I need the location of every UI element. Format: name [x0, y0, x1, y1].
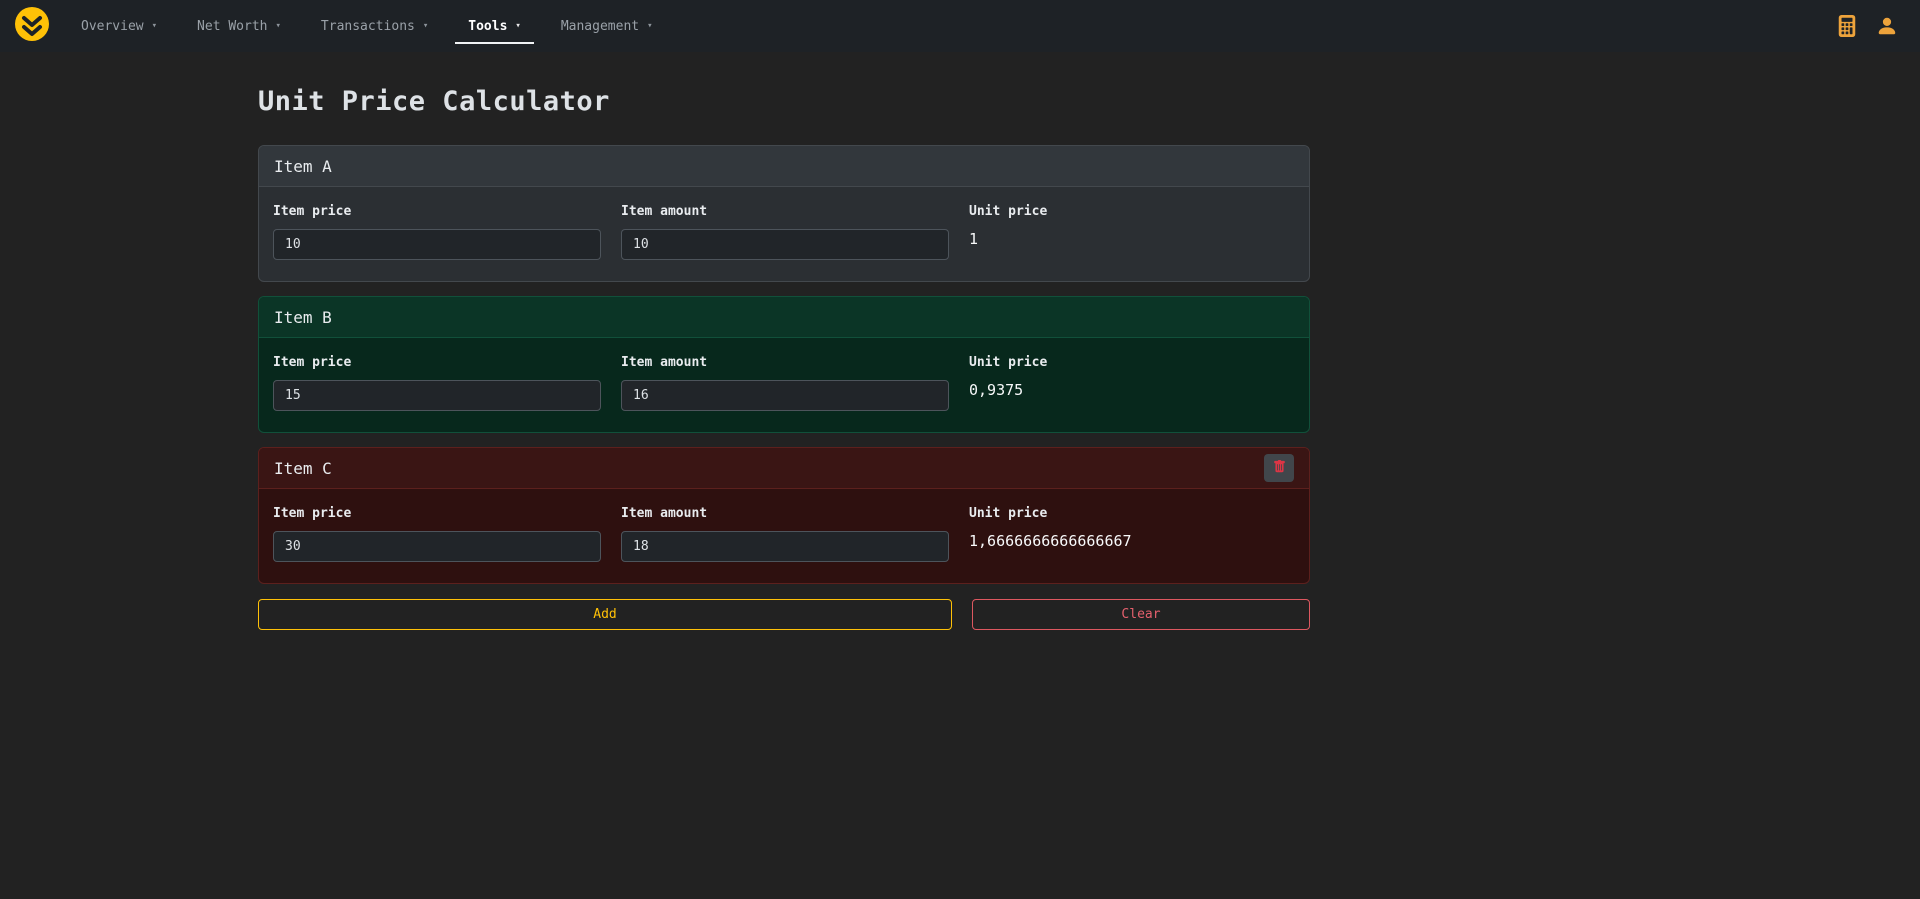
nav-item-net-worth[interactable]: Net Worth ▾	[184, 9, 294, 44]
card-title: Item A	[274, 157, 332, 176]
chevron-down-icon: ▾	[647, 22, 652, 31]
calculator-icon[interactable]	[1836, 15, 1858, 37]
chevron-down-icon: ▾	[152, 22, 157, 31]
unit-price-field: Unit price 1,6666666666666667	[969, 506, 1295, 562]
item-amount-input[interactable]	[621, 229, 949, 260]
nav-item-transactions[interactable]: Transactions ▾	[308, 9, 441, 44]
top-navbar: Overview ▾ Net Worth ▾ Transactions ▾ To…	[0, 0, 1920, 52]
nav-item-label: Overview	[81, 19, 144, 34]
card-header: Item C	[259, 448, 1309, 489]
item-amount-field: Item amount	[621, 506, 969, 562]
item-price-label: Item price	[273, 204, 621, 219]
card-header: Item B	[259, 297, 1309, 338]
navbar-right	[1836, 15, 1906, 37]
card-title: Item C	[274, 459, 332, 478]
item-amount-field: Item amount	[621, 204, 969, 260]
brand-chevrons-icon	[14, 6, 50, 46]
card-body: Item price Item amount Unit price 1,6666…	[259, 489, 1309, 583]
item-card-c: Item C Item price Item amount Unit price	[258, 447, 1310, 584]
card-body: Item price Item amount Unit price 0,9375	[259, 338, 1309, 432]
nav-item-label: Management	[561, 19, 639, 34]
nav-item-overview[interactable]: Overview ▾	[68, 9, 170, 44]
unit-price-label: Unit price	[969, 204, 1295, 219]
item-price-label: Item price	[273, 506, 621, 521]
unit-price-value: 0,9375	[969, 381, 1295, 399]
nav-item-tools[interactable]: Tools ▾	[455, 9, 534, 44]
clear-button[interactable]: Clear	[972, 599, 1310, 630]
brand-logo[interactable]	[14, 6, 50, 46]
page-title: Unit Price Calculator	[258, 86, 1310, 117]
item-card-a: Item A Item price Item amount Unit price…	[258, 145, 1310, 282]
item-amount-label: Item amount	[621, 204, 969, 219]
card-title: Item B	[274, 308, 332, 327]
item-amount-label: Item amount	[621, 355, 969, 370]
main-content: Unit Price Calculator Item A Item price …	[258, 52, 1310, 630]
item-amount-field: Item amount	[621, 355, 969, 411]
item-amount-input[interactable]	[621, 380, 949, 411]
add-button[interactable]: Add	[258, 599, 952, 630]
card-body: Item price Item amount Unit price 1	[259, 187, 1309, 281]
chevron-down-icon: ▾	[515, 22, 520, 31]
trash-icon	[1273, 460, 1286, 476]
item-price-input[interactable]	[273, 380, 601, 411]
item-amount-label: Item amount	[621, 506, 969, 521]
unit-price-field: Unit price 1	[969, 204, 1295, 260]
unit-price-field: Unit price 0,9375	[969, 355, 1295, 411]
item-card-b: Item B Item price Item amount Unit price…	[258, 296, 1310, 433]
unit-price-label: Unit price	[969, 506, 1295, 521]
item-price-field: Item price	[273, 355, 621, 411]
item-price-field: Item price	[273, 506, 621, 562]
chevron-down-icon: ▾	[423, 22, 428, 31]
user-icon[interactable]	[1876, 15, 1898, 37]
item-price-field: Item price	[273, 204, 621, 260]
nav-item-label: Transactions	[321, 19, 415, 34]
actions-row: Add Clear	[258, 599, 1310, 630]
nav-item-label: Net Worth	[197, 19, 267, 34]
item-price-label: Item price	[273, 355, 621, 370]
nav-item-label: Tools	[468, 19, 507, 34]
delete-item-button[interactable]	[1264, 454, 1294, 482]
nav-links: Overview ▾ Net Worth ▾ Transactions ▾ To…	[68, 0, 680, 52]
nav-item-management[interactable]: Management ▾	[548, 9, 666, 44]
item-price-input[interactable]	[273, 531, 601, 562]
card-header: Item A	[259, 146, 1309, 187]
unit-price-value: 1,6666666666666667	[969, 532, 1295, 550]
item-amount-input[interactable]	[621, 531, 949, 562]
unit-price-label: Unit price	[969, 355, 1295, 370]
chevron-down-icon: ▾	[276, 22, 281, 31]
item-price-input[interactable]	[273, 229, 601, 260]
unit-price-value: 1	[969, 230, 1295, 248]
